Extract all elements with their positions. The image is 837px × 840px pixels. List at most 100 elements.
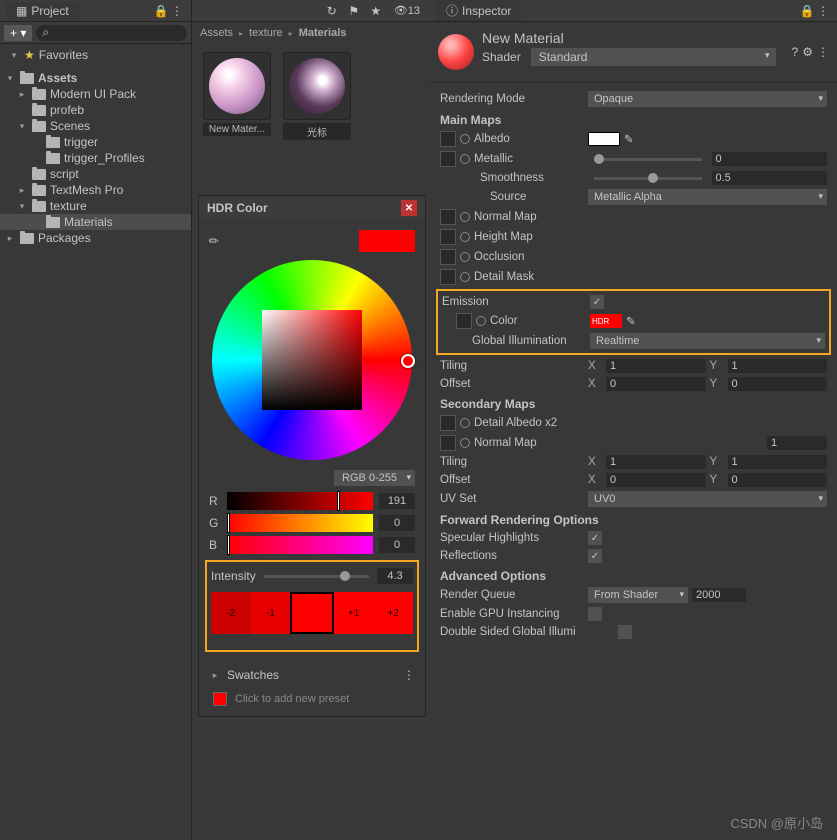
hdr-title-label: HDR Color (207, 201, 268, 215)
chevron-down-icon: ▾ (8, 50, 20, 61)
metallic-field[interactable]: 0 (712, 152, 828, 166)
tree-scenes[interactable]: ▾Scenes (0, 118, 191, 134)
search-input[interactable]: ⌕ (36, 25, 187, 41)
refresh-icon[interactable]: ↻ (324, 3, 340, 19)
inspector-tab[interactable]: ⓘ Inspector (436, 0, 521, 21)
emission-color-swatch[interactable]: HDR (590, 314, 622, 328)
color-wheel[interactable] (212, 260, 412, 460)
uvset-dropdown[interactable]: UV0 (588, 491, 827, 507)
mid-toolbar: ↻ ⚑ ★ 👁13 (192, 0, 430, 22)
intensity-step[interactable]: +2 (373, 592, 413, 634)
eyedropper-icon[interactable]: ✎ (624, 132, 634, 146)
breadcrumb[interactable]: Assets▸ texture▸ Materials (192, 22, 430, 44)
filter-icon[interactable]: ⚑ (346, 3, 362, 19)
lock-icon[interactable]: 🔒 (799, 3, 815, 19)
menu-icon[interactable]: ⋮ (817, 45, 829, 59)
menu-icon[interactable]: ⋮ (169, 3, 185, 19)
inspector-header: ⓘ Inspector 🔒 ⋮ (430, 0, 837, 22)
add-button[interactable]: + ▾ (4, 25, 32, 41)
radio-icon[interactable] (460, 154, 470, 164)
metallic-slider[interactable] (594, 158, 702, 161)
intensity-field[interactable]: 4.3 (377, 568, 413, 584)
queue-field[interactable]: 2000 (692, 588, 746, 602)
color-mode-dropdown[interactable]: RGB 0-255 (334, 470, 415, 486)
intensity-step[interactable] (290, 592, 334, 634)
star-filter-icon[interactable]: ★ (368, 3, 384, 19)
hidden-count[interactable]: 👁13 (390, 4, 424, 17)
metallic-tex-slot[interactable] (440, 151, 456, 167)
specular-checkbox[interactable]: ✓ (588, 531, 602, 545)
r-slider[interactable] (227, 492, 373, 510)
occlusion-tex-slot[interactable] (440, 249, 456, 265)
b-field[interactable]: 0 (379, 537, 415, 553)
project-tab[interactable]: ▦ Project (6, 2, 79, 20)
tree-packages[interactable]: ▸Packages (0, 230, 191, 246)
intensity-step[interactable]: +1 (334, 592, 374, 634)
queue-dropdown[interactable]: From Shader (588, 587, 688, 603)
tiling-x[interactable]: 1 (606, 359, 706, 373)
menu-icon[interactable]: ⋮ (815, 3, 831, 19)
asset-item[interactable]: 光标 (280, 52, 354, 140)
help-icon[interactable]: ? (792, 45, 799, 59)
g-slider[interactable] (227, 514, 373, 532)
reflections-checkbox[interactable]: ✓ (588, 549, 602, 563)
tree-texture[interactable]: ▾texture (0, 198, 191, 214)
radio-icon[interactable] (460, 134, 470, 144)
source-dropdown[interactable]: Metallic Alpha (588, 189, 827, 205)
tree-script[interactable]: script (0, 166, 191, 182)
project-tab-label: Project (31, 4, 68, 18)
settings-icon[interactable]: ⚙ (802, 45, 813, 59)
intensity-label: Intensity (211, 569, 256, 583)
emission-checkbox[interactable]: ✓ (590, 295, 604, 309)
color-square[interactable] (262, 310, 362, 410)
asset-item[interactable]: New Mater... (200, 52, 274, 140)
r-field[interactable]: 191 (379, 493, 415, 509)
g-field[interactable]: 0 (379, 515, 415, 531)
gi-dropdown[interactable]: Realtime (590, 333, 825, 349)
hue-cursor-icon[interactable] (401, 354, 415, 368)
normal-tex-slot[interactable] (440, 209, 456, 225)
project-tab-icon: ▦ (16, 4, 27, 18)
eyedropper-icon[interactable]: ✎ (206, 232, 223, 249)
shader-dropdown[interactable]: Standard (531, 48, 776, 66)
swatches-toggle[interactable]: ▸ Swatches ⋮ (199, 662, 425, 688)
tree-materials[interactable]: Materials (0, 214, 191, 230)
favorites-label: Favorites (39, 48, 88, 62)
gpu-checkbox[interactable] (588, 607, 602, 621)
tree-modern-ui[interactable]: ▸Modern UI Pack (0, 86, 191, 102)
intensity-step[interactable]: -2 (211, 592, 251, 634)
tree-trigger[interactable]: trigger (0, 134, 191, 150)
offset-y[interactable]: 0 (728, 377, 828, 391)
intensity-step[interactable]: -1 (251, 592, 291, 634)
favorites-row[interactable]: ▾ ★ Favorites (0, 44, 191, 66)
lock-icon[interactable]: 🔒 (153, 3, 169, 19)
detail-mask-slot[interactable] (440, 269, 456, 285)
albedo-color-swatch[interactable] (588, 132, 620, 146)
doublesided-checkbox[interactable] (618, 625, 632, 639)
asset-grid: New Mater... 光标 (192, 44, 430, 148)
chevron-right-icon: ▸ (209, 670, 221, 681)
rendering-mode-dropdown[interactable]: Opaque (588, 91, 827, 107)
emission-tex-slot[interactable] (456, 313, 472, 329)
eyedropper-icon[interactable]: ✎ (626, 314, 636, 328)
search-icon: ⌕ (42, 25, 49, 40)
smoothness-slider[interactable] (594, 177, 702, 180)
close-button[interactable]: ✕ (401, 200, 417, 216)
star-icon: ★ (24, 48, 35, 62)
project-panel-header: ▦ Project 🔒 ⋮ (0, 0, 191, 22)
intensity-slider[interactable] (264, 575, 369, 578)
b-slider[interactable] (227, 536, 373, 554)
tree-profeb[interactable]: profeb (0, 102, 191, 118)
height-tex-slot[interactable] (440, 229, 456, 245)
project-tree: ▾Assets ▸Modern UI Pack profeb ▾Scenes t… (0, 66, 191, 250)
offset-x[interactable]: 0 (606, 377, 706, 391)
tree-textmesh[interactable]: ▸TextMesh Pro (0, 182, 191, 198)
tiling-y[interactable]: 1 (728, 359, 828, 373)
albedo-tex-slot[interactable] (440, 131, 456, 147)
smoothness-field[interactable]: 0.5 (712, 171, 828, 185)
tree-trigger-profiles[interactable]: trigger_Profiles (0, 150, 191, 166)
add-preset-row[interactable]: Click to add new preset (199, 688, 425, 716)
tree-assets[interactable]: ▾Assets (0, 70, 191, 86)
menu-icon[interactable]: ⋮ (403, 668, 415, 682)
normal2-field[interactable]: 1 (767, 436, 827, 450)
